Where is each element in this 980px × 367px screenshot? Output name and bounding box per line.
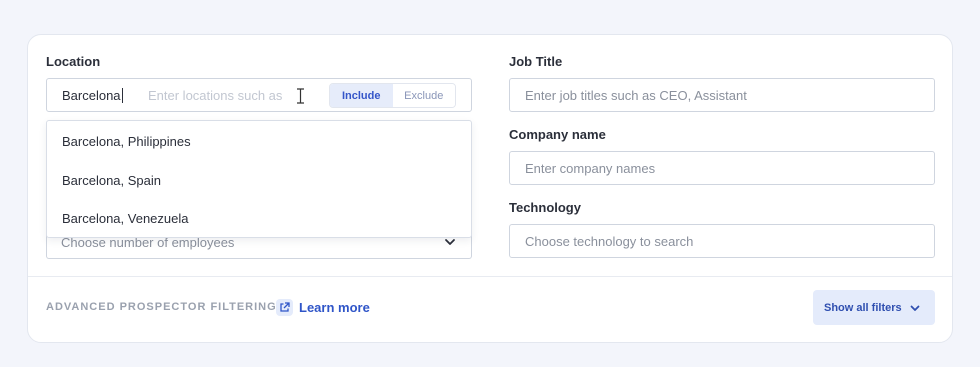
job-title-placeholder: Enter job titles such as CEO, Assistant	[525, 87, 747, 103]
location-suggestions-dropdown: Barcelona, Philippines Barcelona, Spain …	[46, 120, 472, 238]
technology-input[interactable]: Choose technology to search	[509, 224, 935, 258]
exclude-button[interactable]: Exclude	[392, 84, 455, 107]
footer-divider	[28, 276, 952, 277]
job-title-input[interactable]: Enter job titles such as CEO, Assistant	[509, 78, 935, 112]
suggestion-item[interactable]: Barcelona, Philippines	[62, 134, 191, 149]
show-all-filters-label: Show all filters	[824, 301, 902, 314]
learn-more-link[interactable]: Learn more	[299, 300, 370, 315]
show-all-filters-button[interactable]: Show all filters	[813, 290, 935, 325]
suggestion-item[interactable]: Barcelona, Venezuela	[62, 211, 188, 226]
technology-placeholder: Choose technology to search	[525, 233, 694, 249]
company-name-label: Company name	[509, 127, 606, 142]
external-link-icon[interactable]	[276, 299, 293, 316]
text-caret	[121, 87, 123, 103]
location-label: Location	[46, 54, 101, 69]
suggestion-item[interactable]: Barcelona, Spain	[62, 173, 161, 188]
advanced-filtering-label: ADVANCED PROSPECTOR FILTERING	[46, 301, 277, 313]
location-ghost-text: Enter locations such as	[148, 88, 283, 103]
include-button[interactable]: Include	[330, 84, 393, 107]
chevron-down-icon	[910, 305, 920, 311]
text-cursor-icon	[297, 88, 304, 104]
company-name-placeholder: Enter company names	[525, 160, 656, 176]
location-input-value: Barcelona	[62, 87, 121, 103]
include-exclude-toggle: Include Exclude	[329, 83, 456, 108]
company-name-input[interactable]: Enter company names	[509, 151, 935, 185]
job-title-label: Job Title	[509, 54, 563, 69]
technology-label: Technology	[509, 200, 581, 215]
